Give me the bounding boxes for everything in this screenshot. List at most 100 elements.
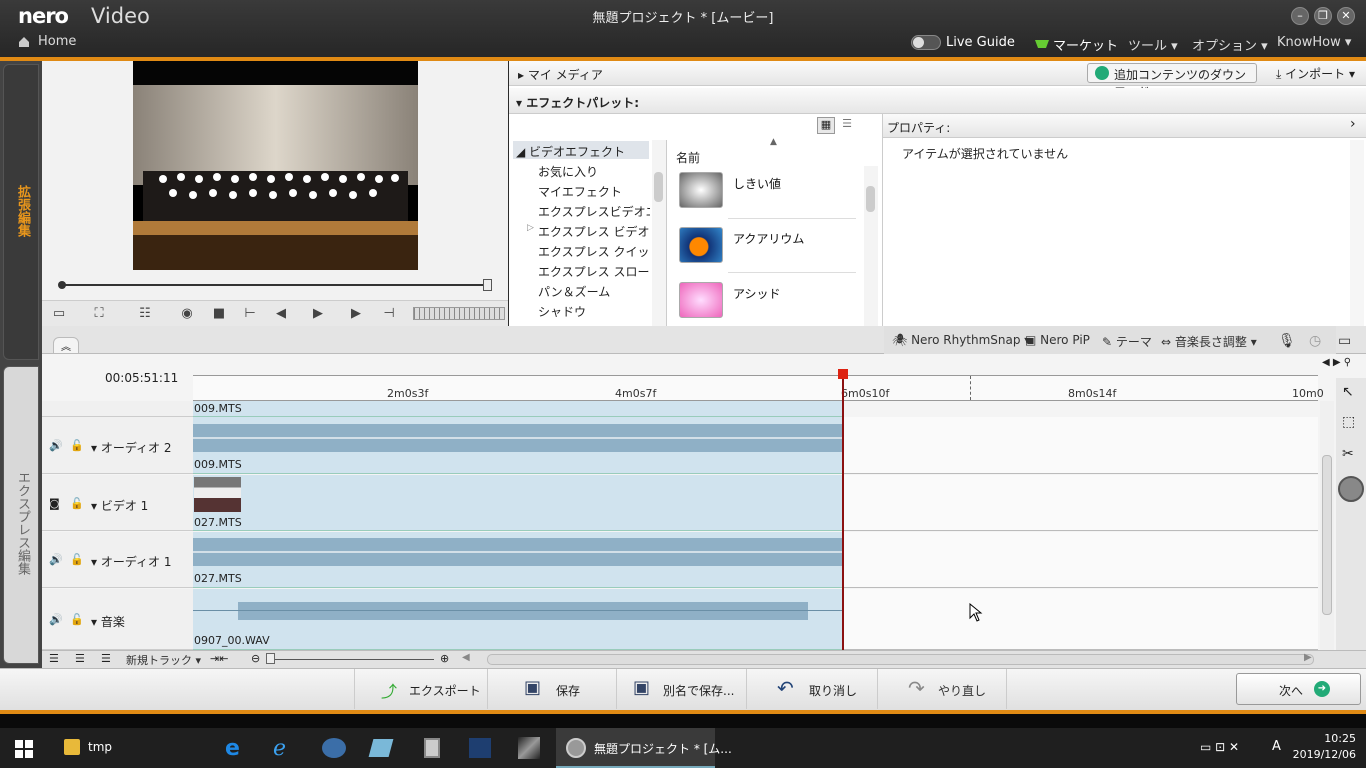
mark-in-icon[interactable]: ⊢ xyxy=(241,305,259,323)
tree-item[interactable]: エクスプレスビデオエフェクト xyxy=(538,203,650,220)
tray-icons[interactable]: ▭ ⊡ ✕ xyxy=(1200,740,1239,754)
mute-icon[interactable]: 🔊 xyxy=(49,439,63,452)
zoom-out-icon[interactable]: ⊖ xyxy=(251,652,260,665)
ime-indicator[interactable]: A xyxy=(1272,739,1281,754)
mark-out-icon[interactable]: ⊣ xyxy=(380,305,398,323)
column-name-header[interactable]: 名前 xyxy=(676,149,700,166)
zoom-slider[interactable] xyxy=(266,659,434,660)
undo-button[interactable]: ↶ 取り消し xyxy=(746,669,877,709)
select-tool-icon[interactable]: ⬚ xyxy=(1342,414,1355,430)
thunderbird-icon[interactable] xyxy=(322,738,346,758)
effect-scroll-thumb[interactable] xyxy=(866,186,875,212)
tab-express-edit[interactable]: エクスプレス編集 xyxy=(3,366,39,664)
restore-button[interactable]: ❐ xyxy=(1314,7,1332,25)
taskbar-clock[interactable]: 10:25 2019/12/06 xyxy=(1290,731,1356,763)
more-tools-icon[interactable]: ▭ xyxy=(1338,333,1351,349)
close-button[interactable]: ✕ xyxy=(1337,7,1355,25)
lock-icon[interactable]: 🔓 xyxy=(70,497,84,510)
time-ruler[interactable] xyxy=(193,375,1318,401)
pointer-tool-icon[interactable]: ↖ xyxy=(1342,384,1354,400)
track-height-icon[interactable]: ☰ xyxy=(49,652,59,665)
prev-frame-icon[interactable]: ◀ xyxy=(272,305,290,323)
market-menu[interactable]: マーケット xyxy=(1053,35,1118,54)
media-app-icon[interactable] xyxy=(518,737,540,759)
playhead[interactable] xyxy=(842,370,844,652)
timeline-horizontal-scrollbar[interactable] xyxy=(487,654,1314,665)
options-menu[interactable]: オプション ▾ xyxy=(1192,35,1268,54)
tree-item[interactable]: シャドウ xyxy=(538,303,650,320)
tree-item[interactable]: エクスプレス クイックモーション xyxy=(538,243,650,260)
timeline-nav-arrows[interactable]: ◀ ▶ ⚲ xyxy=(1322,357,1351,368)
ie-icon[interactable]: ℯ xyxy=(273,736,297,761)
mute-icon[interactable]: 🔊 xyxy=(49,553,63,566)
tree-item[interactable]: マイエフェクト xyxy=(538,183,650,200)
fullscreen-icon[interactable]: ⛶ xyxy=(90,305,108,323)
effect-item[interactable]: アクアリウム xyxy=(733,230,804,247)
tab-advanced-edit[interactable]: 拡張編集 xyxy=(3,64,39,360)
windows-start-icon[interactable] xyxy=(15,740,33,758)
grid-view-icon[interactable]: ▦ xyxy=(817,117,835,134)
acid-thumbnail[interactable] xyxy=(679,282,723,318)
live-guide-label[interactable]: Live Guide xyxy=(946,35,1015,50)
lock-icon[interactable]: 🔓 xyxy=(70,613,84,626)
chevron-right-icon[interactable]: › xyxy=(1350,116,1356,132)
theme-button[interactable]: ✎ テーマ xyxy=(1102,333,1152,350)
mute-icon[interactable]: 🔊 xyxy=(49,613,63,626)
home-link[interactable]: Home xyxy=(38,34,76,49)
music-fit-button[interactable]: ⇔ 音楽長さ調整 ▾ xyxy=(1161,333,1257,350)
preview-scrubber[interactable] xyxy=(62,284,488,286)
my-media-toggle[interactable]: ▸ マイ メディア xyxy=(518,66,603,83)
next-button[interactable]: 次へ ➜ xyxy=(1236,673,1361,705)
play-icon[interactable]: ▶ xyxy=(309,305,327,323)
save-button[interactable]: ▣ 保存 xyxy=(487,669,616,709)
minimize-button[interactable]: – xyxy=(1291,7,1309,25)
snapshot-icon[interactable]: ◉ xyxy=(178,305,196,323)
jog-shuttle[interactable] xyxy=(413,307,505,320)
scissors-icon[interactable]: ✂ xyxy=(1342,446,1354,462)
clock-icon[interactable]: ◷ xyxy=(1309,333,1321,349)
rhythmsnap-button[interactable]: 🕷 Nero RhythmSnap ▾ xyxy=(892,333,1030,347)
stop-icon[interactable]: ■ xyxy=(210,305,228,323)
next-frame-icon[interactable]: ▶ xyxy=(347,305,365,323)
live-guide-toggle[interactable] xyxy=(911,35,941,50)
pip-button[interactable]: ▣ Nero PiP xyxy=(1025,333,1090,347)
tree-item[interactable]: お気に入り xyxy=(538,163,650,180)
tree-item[interactable]: エクスプレス スローモーション xyxy=(538,263,650,280)
display-mode-icon[interactable]: ▭ xyxy=(50,305,68,323)
tree-scrollbar[interactable] xyxy=(652,140,666,326)
scroll-left-icon[interactable]: ◀ xyxy=(462,652,470,663)
zoom-slider-handle[interactable] xyxy=(266,653,275,664)
timeline-vscroll-thumb[interactable] xyxy=(1322,455,1332,615)
tree-scroll-thumb[interactable] xyxy=(654,172,663,202)
tree-item[interactable]: パン＆ズーム xyxy=(538,283,650,300)
zoom-in-icon[interactable]: ⊕ xyxy=(440,652,449,665)
app-icon[interactable] xyxy=(469,738,491,758)
clip[interactable] xyxy=(193,401,843,417)
knowhow-menu[interactable]: KnowHow ▾ xyxy=(1277,35,1351,50)
download-content-button[interactable]: 追加コンテンツのダウンロード xyxy=(1087,63,1257,99)
expand-icon[interactable]: ▷ xyxy=(527,223,534,233)
threshold-thumbnail[interactable] xyxy=(679,172,723,208)
video-clip[interactable] xyxy=(193,475,843,531)
home-icon[interactable] xyxy=(18,36,30,48)
scroll-right-icon[interactable]: ▶ xyxy=(1304,652,1312,663)
scrubber-handle[interactable] xyxy=(483,279,492,291)
effect-item[interactable]: アシッド xyxy=(733,285,781,302)
fit-icon[interactable]: ⇥⇤ xyxy=(210,652,228,665)
tree-item[interactable]: エクスプレス ビデオエフェクト xyxy=(538,223,650,240)
effect-item[interactable]: しきい値 xyxy=(733,175,781,192)
edge-icon[interactable]: e xyxy=(225,736,249,761)
calculator-icon[interactable] xyxy=(424,738,440,758)
playhead-handle[interactable] xyxy=(838,369,848,379)
import-button[interactable]: ⤓ インポート ▾ xyxy=(1268,63,1362,83)
export-button[interactable]: ⤴ エクスポート xyxy=(354,669,487,709)
collapse-up-icon[interactable]: ︽ xyxy=(53,337,79,354)
effect-palette-toggle[interactable]: ▾ エフェクトパレット: xyxy=(516,94,639,111)
tools-menu[interactable]: ツール ▾ xyxy=(1128,35,1178,54)
new-track-button[interactable]: 新規トラック ▾ xyxy=(126,652,201,668)
microphone-icon[interactable]: 🎙 xyxy=(1278,333,1296,349)
redo-button[interactable]: ↷ やり直し xyxy=(877,669,1007,709)
lock-icon[interactable]: 🔓 xyxy=(70,553,84,566)
view-option-icon[interactable]: ☷ xyxy=(136,305,154,323)
speed-tool-icon[interactable] xyxy=(1338,476,1364,502)
